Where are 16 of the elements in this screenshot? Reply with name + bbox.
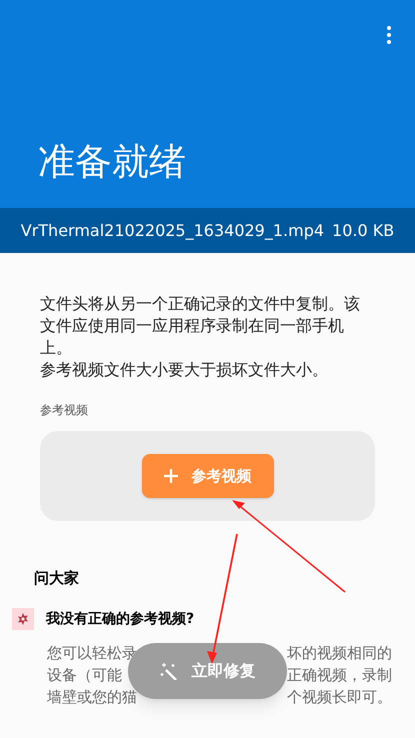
answer-text: 个视频长即可。 [287,687,392,708]
add-reference-button[interactable]: 参考视频 [142,454,274,498]
gear-icon [12,608,34,630]
answer-text: 设备（可能 [47,665,122,686]
description-text: 参考视频文件大小要大于损坏文件大小。 [40,359,329,381]
file-size: 10.0 KB [332,220,394,242]
faq-title: 问大家 [34,568,79,589]
plus-icon [164,469,178,483]
answer-text: 正确视频，录制 [287,665,392,686]
file-name: VrThermal21022025_1634029_1.mp4 [20,220,324,242]
description-text: 文件头将从另一个正确记录的文件中复制。该文件应使用同一应用程序录制在同一部手机上。 [40,293,361,359]
page-title: 准备就绪 [38,143,186,180]
answer-text: 坏的视频相同的 [287,643,392,664]
magic-wand-icon [160,662,178,680]
faq-question: 我没有正确的参考视频? [46,610,194,628]
reference-label: 参考视频 [39,402,89,419]
